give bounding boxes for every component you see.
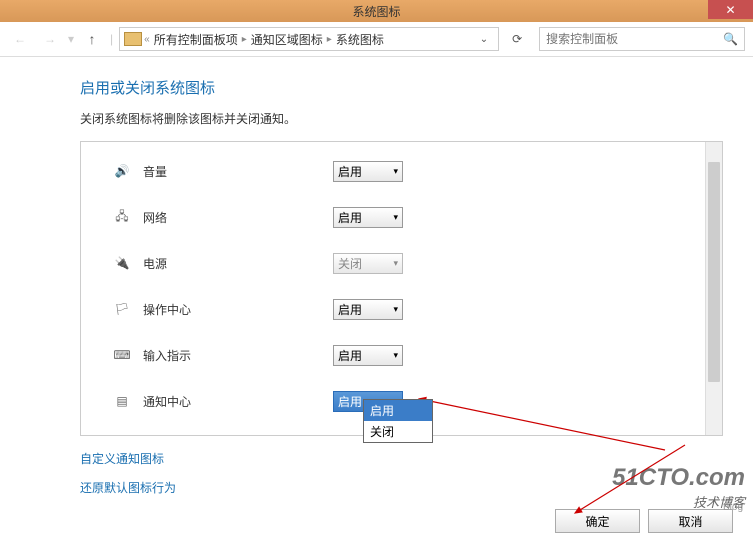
power-select: 关闭 ▾ bbox=[333, 253, 403, 274]
page-description: 关闭系统图标将删除该图标并关闭通知。 bbox=[80, 110, 723, 127]
row-label: 通知中心 bbox=[143, 393, 333, 410]
row-label: 网络 bbox=[143, 209, 333, 226]
icons-panel: 🔊 音量 启用 ▾ 🖧 网络 启用 ▾ 🔌 电源 bbox=[80, 141, 723, 436]
network-select[interactable]: 启用 ▾ bbox=[333, 207, 403, 228]
nav-bar: ← → ▾ ↑ | « 所有控制面板项 ▸ 通知区域图标 ▸ 系统图标 ⌄ ⟳ … bbox=[0, 22, 753, 57]
network-icon: 🖧 bbox=[111, 209, 133, 225]
dropdown-option-on[interactable]: 启用 bbox=[364, 400, 432, 421]
page-title: 启用或关闭系统图标 bbox=[80, 77, 723, 98]
nav-separator: | bbox=[110, 32, 113, 46]
up-button[interactable]: ↑ bbox=[80, 27, 104, 51]
scroll-thumb[interactable] bbox=[708, 162, 720, 382]
close-icon: ✕ bbox=[725, 3, 735, 17]
arrow-up-icon: ↑ bbox=[89, 31, 96, 47]
notification-icon: ▤ bbox=[111, 393, 133, 409]
arrow-left-icon: ← bbox=[14, 32, 26, 46]
icon-row-volume: 🔊 音量 启用 ▾ bbox=[111, 148, 705, 194]
scrollbar[interactable] bbox=[705, 142, 722, 435]
row-label: 操作中心 bbox=[143, 301, 333, 318]
input-select[interactable]: 启用 ▾ bbox=[333, 345, 403, 366]
volume-select[interactable]: 启用 ▾ bbox=[333, 161, 403, 182]
links-area: 自定义通知图标 还原默认图标行为 bbox=[80, 450, 723, 496]
icon-row-action-center: 🏳 操作中心 启用 ▾ bbox=[111, 286, 705, 332]
ok-button[interactable]: 确定 bbox=[555, 509, 640, 533]
chevron-right-icon: ▸ bbox=[242, 34, 247, 45]
icons-list: 🔊 音量 启用 ▾ 🖧 网络 启用 ▾ 🔌 电源 bbox=[81, 142, 705, 435]
control-panel-icon bbox=[124, 32, 142, 46]
search-box[interactable]: 🔍 bbox=[539, 27, 745, 51]
refresh-button[interactable]: ⟳ bbox=[505, 27, 529, 51]
window-title: 系统图标 bbox=[352, 3, 400, 20]
power-icon: 🔌 bbox=[111, 255, 133, 271]
search-icon[interactable]: 🔍 bbox=[723, 32, 738, 46]
chevron-right-icon: ▸ bbox=[327, 34, 332, 45]
icon-row-network: 🖧 网络 启用 ▾ bbox=[111, 194, 705, 240]
dropdown-option-off[interactable]: 关闭 bbox=[364, 421, 432, 442]
icon-row-input: ⌨ 输入指示 启用 ▾ bbox=[111, 332, 705, 378]
content-area: 启用或关闭系统图标 关闭系统图标将删除该图标并关闭通知。 🔊 音量 启用 ▾ 🖧… bbox=[0, 57, 753, 518]
chevron-down-icon[interactable]: ⌄ bbox=[474, 34, 494, 45]
customize-link[interactable]: 自定义通知图标 bbox=[80, 450, 723, 467]
dropdown-menu: 启用 关闭 bbox=[363, 399, 433, 443]
breadcrumb-item[interactable]: 系统图标 bbox=[334, 31, 386, 48]
breadcrumb-item[interactable]: 所有控制面板项 bbox=[152, 31, 240, 48]
chevron-right-icon: « bbox=[144, 34, 150, 45]
back-button[interactable]: ← bbox=[8, 27, 32, 51]
action-center-select[interactable]: 启用 ▾ bbox=[333, 299, 403, 320]
volume-icon: 🔊 bbox=[111, 163, 133, 179]
chevron-down-icon: ▾ bbox=[393, 166, 398, 177]
arrow-right-icon: → bbox=[44, 32, 56, 46]
row-label: 电源 bbox=[143, 255, 333, 272]
keyboard-icon: ⌨ bbox=[111, 347, 133, 363]
row-label: 输入指示 bbox=[143, 347, 333, 364]
icon-row-power: 🔌 电源 关闭 ▾ bbox=[111, 240, 705, 286]
title-bar: 系统图标 ✕ bbox=[0, 0, 753, 22]
cancel-button[interactable]: 取消 bbox=[648, 509, 733, 533]
restore-link[interactable]: 还原默认图标行为 bbox=[80, 479, 723, 496]
button-bar: 确定 取消 bbox=[555, 509, 733, 533]
chevron-down-icon: ▾ bbox=[393, 304, 398, 315]
forward-button[interactable]: → bbox=[38, 27, 62, 51]
nav-separator: ▾ bbox=[68, 32, 74, 46]
breadcrumb-item[interactable]: 通知区域图标 bbox=[249, 31, 325, 48]
chevron-down-icon: ▾ bbox=[393, 350, 398, 361]
chevron-down-icon: ▾ bbox=[393, 258, 398, 269]
refresh-icon: ⟳ bbox=[512, 32, 522, 46]
flag-icon: 🏳 bbox=[111, 301, 133, 317]
search-input[interactable] bbox=[546, 32, 723, 46]
row-label: 音量 bbox=[143, 163, 333, 180]
chevron-down-icon: ▾ bbox=[393, 212, 398, 223]
close-button[interactable]: ✕ bbox=[708, 0, 753, 19]
breadcrumb[interactable]: « 所有控制面板项 ▸ 通知区域图标 ▸ 系统图标 ⌄ bbox=[119, 27, 499, 51]
